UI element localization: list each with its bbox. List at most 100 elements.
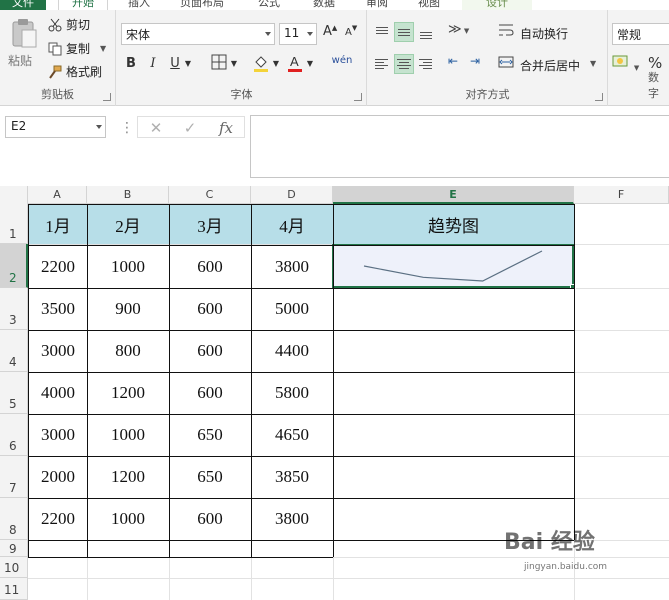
row-header-3[interactable]: 3: [0, 288, 28, 330]
row-header-2[interactable]: 2: [0, 244, 28, 288]
data-cell[interactable]: 650: [169, 414, 251, 456]
dialog-launcher-icon[interactable]: [103, 93, 111, 101]
data-cell[interactable]: 3000: [29, 330, 87, 372]
dialog-launcher-icon[interactable]: [595, 93, 603, 101]
row-header-1[interactable]: 1: [0, 204, 28, 244]
data-cell[interactable]: 600: [169, 372, 251, 414]
data-cell[interactable]: 3800: [251, 498, 333, 540]
font-color-button[interactable]: A: [285, 54, 305, 74]
chevron-down-icon[interactable]: ▼: [229, 54, 239, 74]
data-cell[interactable]: 3800: [251, 246, 333, 288]
phonetic-guide-button[interactable]: wén: [329, 54, 355, 74]
data-cell[interactable]: 650: [169, 456, 251, 498]
tab-formulas[interactable]: 公式: [258, 0, 280, 10]
data-cell[interactable]: 2000: [29, 456, 87, 498]
shrink-font-button[interactable]: A▼: [345, 24, 357, 38]
row-header-7[interactable]: 7: [0, 456, 28, 498]
name-box[interactable]: E2: [5, 116, 106, 138]
tab-data[interactable]: 数据: [313, 0, 335, 10]
row-header-6[interactable]: 6: [0, 414, 28, 456]
selected-cell-e2[interactable]: [332, 244, 574, 288]
underline-button[interactable]: U: [167, 54, 183, 74]
chevron-down-icon[interactable]: ▼: [183, 54, 193, 74]
italic-button[interactable]: I: [145, 54, 161, 74]
header-cell-mar[interactable]: 3月: [169, 204, 251, 244]
align-bottom-button[interactable]: [416, 22, 436, 42]
data-cell[interactable]: 4400: [251, 330, 333, 372]
column-header-c[interactable]: C: [169, 186, 251, 204]
data-cell[interactable]: 800: [87, 330, 169, 372]
tab-file[interactable]: 文件: [0, 0, 46, 10]
chevron-down-icon[interactable]: ▼: [305, 54, 315, 74]
fill-handle[interactable]: [570, 284, 576, 290]
align-left-button[interactable]: [372, 54, 392, 74]
data-cell[interactable]: 600: [169, 288, 251, 330]
chevron-down-icon[interactable]: ▼: [590, 59, 596, 68]
data-cell[interactable]: 1200: [87, 372, 169, 414]
chevron-down-icon[interactable]: ▼: [271, 54, 281, 74]
copy-button[interactable]: 复制 ▼: [48, 40, 106, 57]
header-cell-trend[interactable]: 趋势图: [333, 204, 574, 244]
data-cell[interactable]: 5800: [251, 372, 333, 414]
orientation-button[interactable]: ≫ ▼: [448, 22, 478, 42]
data-cell[interactable]: 900: [87, 288, 169, 330]
number-format-select[interactable]: 常规: [612, 23, 669, 45]
align-right-button[interactable]: [416, 54, 436, 74]
tab-design[interactable]: 设计: [462, 0, 532, 10]
data-cell[interactable]: 2200: [29, 246, 87, 288]
row-header-10[interactable]: 10: [0, 557, 28, 578]
data-cell[interactable]: 3850: [251, 456, 333, 498]
header-cell-apr[interactable]: 4月: [251, 204, 333, 244]
data-cell[interactable]: 1200: [87, 456, 169, 498]
cut-button[interactable]: 剪切: [48, 16, 90, 33]
row-header-11[interactable]: 11: [0, 578, 28, 600]
column-header-e[interactable]: E: [333, 186, 574, 204]
select-all-corner[interactable]: [0, 186, 28, 204]
data-cell[interactable]: 600: [169, 330, 251, 372]
data-cell[interactable]: 3500: [29, 288, 87, 330]
data-cell[interactable]: 2200: [29, 498, 87, 540]
tab-view[interactable]: 视图: [418, 0, 440, 10]
header-cell-feb[interactable]: 2月: [87, 204, 169, 244]
insert-function-button[interactable]: fx: [212, 117, 240, 139]
data-cell[interactable]: 600: [169, 246, 251, 288]
grow-font-button[interactable]: A▲: [323, 24, 337, 39]
paste-button[interactable]: 粘贴: [8, 52, 32, 69]
row-header-5[interactable]: 5: [0, 372, 28, 414]
data-cell[interactable]: 1000: [87, 246, 169, 288]
merge-center-button[interactable]: 合并后居中: [520, 57, 580, 74]
align-middle-button[interactable]: [394, 22, 414, 42]
wrap-text-button[interactable]: 自动换行: [520, 25, 568, 42]
data-cell[interactable]: 4650: [251, 414, 333, 456]
decrease-indent-button[interactable]: ⇤: [448, 54, 468, 74]
paste-icon[interactable]: [10, 18, 38, 48]
column-header-b[interactable]: B: [87, 186, 169, 204]
column-header-d[interactable]: D: [251, 186, 333, 204]
align-top-button[interactable]: [372, 22, 392, 42]
accounting-format-button[interactable]: ▼: [612, 54, 642, 74]
format-painter-button[interactable]: 格式刷: [48, 63, 102, 80]
data-cell[interactable]: 600: [169, 498, 251, 540]
data-cell[interactable]: 1000: [87, 498, 169, 540]
row-header-4[interactable]: 4: [0, 330, 28, 372]
row-header-9[interactable]: 9: [0, 540, 28, 557]
bold-button[interactable]: B: [123, 54, 139, 74]
align-center-button[interactable]: [394, 54, 414, 74]
tab-review[interactable]: 审阅: [366, 0, 388, 10]
column-header-f[interactable]: F: [574, 186, 669, 204]
increase-indent-button[interactable]: ⇥: [470, 54, 490, 74]
header-cell-jan[interactable]: 1月: [29, 204, 87, 244]
cancel-icon[interactable]: ✕: [142, 117, 170, 139]
data-cell[interactable]: 1000: [87, 414, 169, 456]
enter-check-icon[interactable]: ✓: [176, 117, 204, 139]
font-size-select[interactable]: 11: [279, 23, 317, 45]
row-header-8[interactable]: 8: [0, 498, 28, 540]
border-button[interactable]: [209, 54, 229, 74]
column-header-a[interactable]: A: [28, 186, 87, 204]
fill-color-button[interactable]: [251, 54, 271, 74]
data-cell[interactable]: 4000: [29, 372, 87, 414]
data-cell[interactable]: 3000: [29, 414, 87, 456]
data-cell[interactable]: 5000: [251, 288, 333, 330]
formula-input[interactable]: [250, 115, 669, 178]
dialog-launcher-icon[interactable]: [354, 93, 362, 101]
